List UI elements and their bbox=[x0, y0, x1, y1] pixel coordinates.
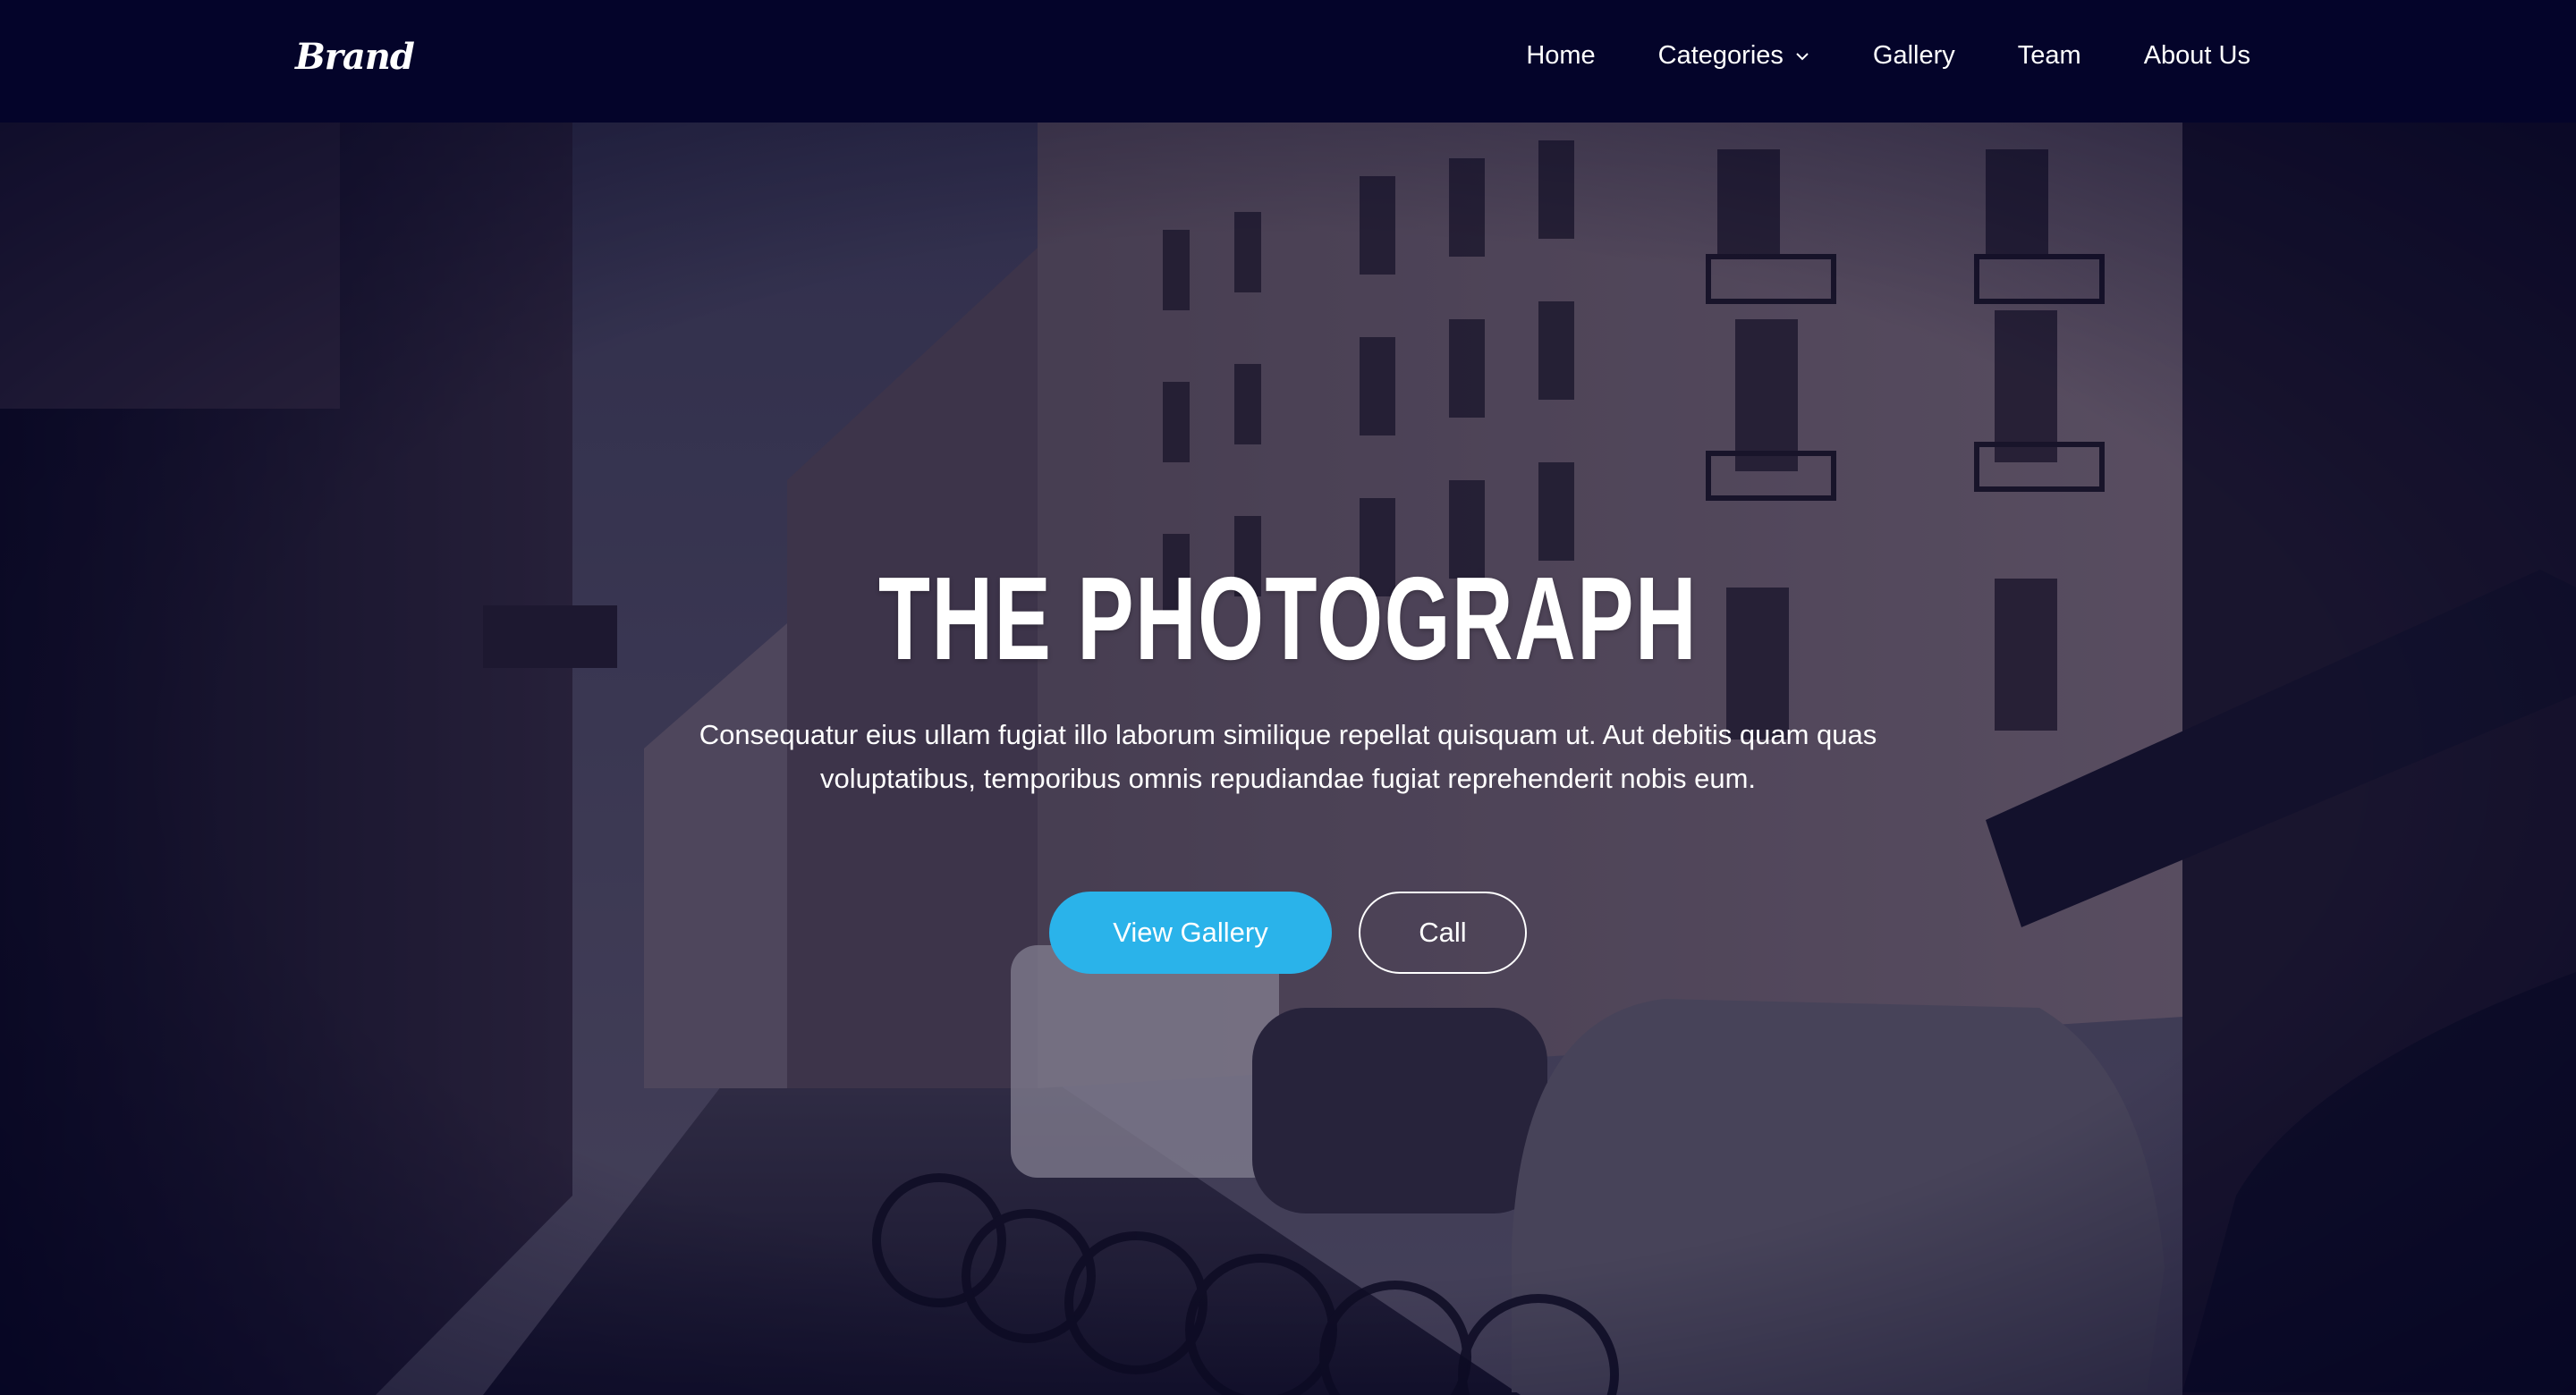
hero-description: Consequatur eius ullam fugiat illo labor… bbox=[699, 719, 1877, 794]
nav-item-team[interactable]: Team bbox=[2018, 41, 2081, 71]
hero-section: THE PHOTOGRAPH Consequatur eius ullam fu… bbox=[0, 123, 2576, 1395]
page: Brand Home Categories Gallery Team About… bbox=[0, 0, 2576, 1395]
chevron-down-icon bbox=[1796, 52, 1809, 60]
hero-content: THE PHOTOGRAPH Consequatur eius ullam fu… bbox=[0, 552, 2576, 974]
nav-item-about-us[interactable]: About Us bbox=[2144, 41, 2250, 71]
nav-item-gallery[interactable]: Gallery bbox=[1873, 41, 1955, 71]
nav-item-label: Gallery bbox=[1872, 41, 1955, 70]
brand-logo[interactable]: Brand bbox=[295, 36, 415, 78]
nav-item-label: Team bbox=[2017, 41, 2081, 70]
nav-item-label: Home bbox=[1526, 41, 1596, 70]
nav-item-label: Categories bbox=[1657, 41, 1784, 70]
navbar: Brand Home Categories Gallery Team About… bbox=[0, 0, 2576, 123]
nav-item-home[interactable]: Home bbox=[1526, 41, 1595, 71]
view-gallery-button[interactable]: View Gallery bbox=[1049, 892, 1332, 974]
call-button[interactable]: Call bbox=[1359, 892, 1527, 974]
hero-buttons: View Gallery Call bbox=[0, 892, 2576, 974]
nav-item-categories[interactable]: Categories bbox=[1658, 41, 1810, 71]
main-nav: Home Categories Gallery Team About Us bbox=[1526, 41, 2250, 71]
nav-item-label: About Us bbox=[2143, 41, 2250, 70]
hero-title: THE PHOTOGRAPH bbox=[877, 553, 1699, 684]
